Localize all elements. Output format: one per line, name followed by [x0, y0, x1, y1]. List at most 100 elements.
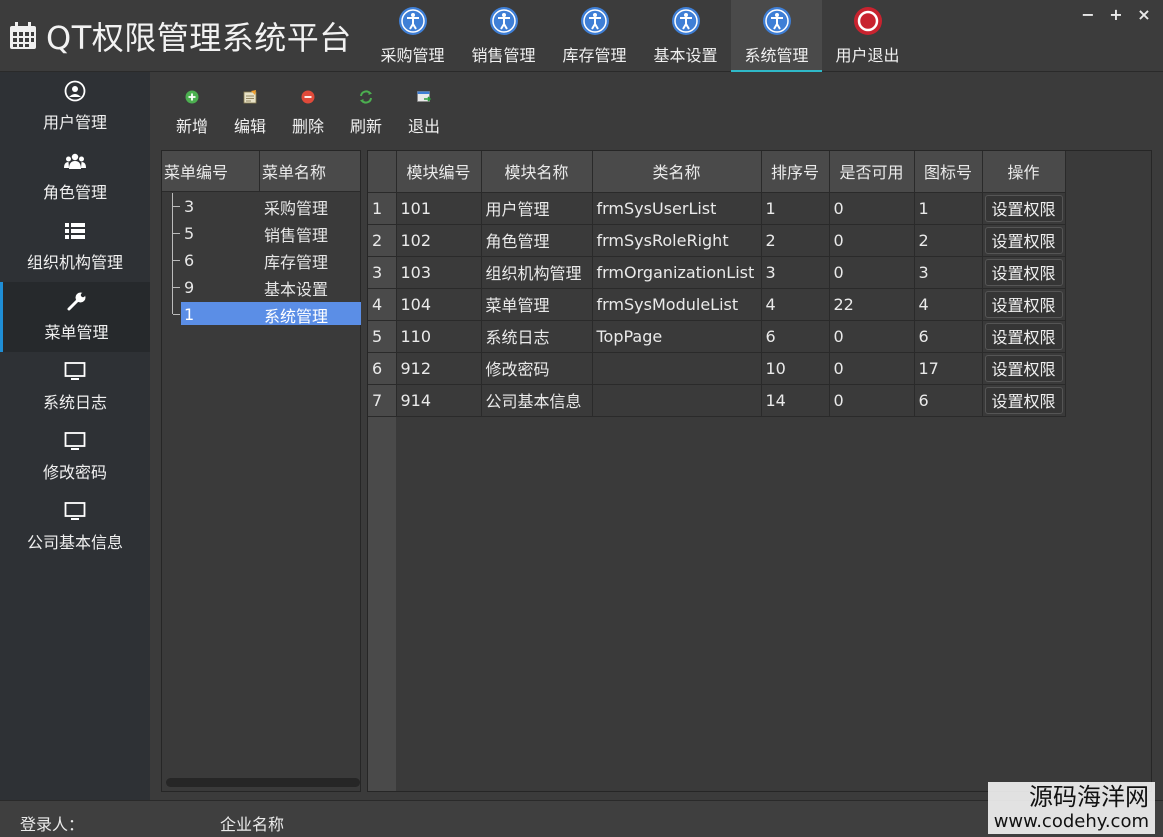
- tree-header-menu-name[interactable]: 菜单名称: [260, 151, 360, 191]
- tree-node[interactable]: 5 销售管理: [162, 220, 360, 247]
- class-name-cell[interactable]: frmSysModuleList: [592, 288, 762, 321]
- row-number[interactable]: 3: [368, 256, 397, 289]
- add-button[interactable]: 新增: [163, 82, 221, 140]
- table-row[interactable]: 5 110 系统日志 TopPage 6 0 6 设置权限: [368, 320, 1066, 353]
- row-number[interactable]: 6: [368, 352, 397, 385]
- sidebar-item-company-info[interactable]: 公司基本信息: [0, 492, 150, 562]
- sort-order-cell[interactable]: 2: [761, 224, 830, 257]
- icon-number-cell[interactable]: 3: [914, 256, 983, 289]
- topnav-basic-settings[interactable]: 基本设置: [640, 0, 731, 72]
- icon-number-cell[interactable]: 6: [914, 320, 983, 353]
- topnav-logout[interactable]: 用户退出: [822, 0, 913, 72]
- corner-cell[interactable]: [368, 151, 397, 193]
- tree-node[interactable]: 9 基本设置: [162, 274, 360, 301]
- enabled-cell[interactable]: 0: [829, 192, 915, 225]
- set-permission-button[interactable]: 设置权限: [984, 194, 1063, 222]
- module-code-cell[interactable]: 912: [396, 352, 482, 385]
- maximize-button[interactable]: +: [1107, 4, 1125, 24]
- icon-number-cell[interactable]: 17: [914, 352, 983, 385]
- set-permission-button[interactable]: 设置权限: [984, 386, 1063, 414]
- enabled-cell[interactable]: 22: [829, 288, 915, 321]
- minimize-button[interactable]: −: [1079, 4, 1097, 24]
- sort-order-cell[interactable]: 4: [761, 288, 830, 321]
- exit-button[interactable]: 退出: [395, 82, 453, 140]
- row-number[interactable]: 2: [368, 224, 397, 257]
- column-header[interactable]: 图标号: [914, 151, 983, 193]
- table-row[interactable]: 2 102 角色管理 frmSysRoleRight 2 0 2 设置权限: [368, 224, 1066, 257]
- set-permission-button[interactable]: 设置权限: [984, 290, 1063, 318]
- module-name-cell[interactable]: 角色管理: [481, 224, 593, 257]
- enabled-cell[interactable]: 0: [829, 384, 915, 417]
- horizontal-scrollbar[interactable]: [166, 778, 360, 787]
- module-name-cell[interactable]: 公司基本信息: [481, 384, 593, 417]
- module-code-cell[interactable]: 914: [396, 384, 482, 417]
- set-permission-button[interactable]: 设置权限: [984, 322, 1063, 350]
- tree-header-menu-id[interactable]: 菜单编号: [162, 151, 260, 191]
- sidebar-item-organization-management[interactable]: 组织机构管理: [0, 212, 150, 282]
- enabled-cell[interactable]: 0: [829, 256, 915, 289]
- tree-node-selected[interactable]: 1 系统管理: [162, 301, 361, 328]
- topnav-purchase[interactable]: 采购管理: [367, 0, 458, 72]
- sidebar-item-change-password[interactable]: 修改密码: [0, 422, 150, 492]
- column-header[interactable]: 类名称: [592, 151, 762, 193]
- table-row[interactable]: 3 103 组织机构管理 frmOrganizationList 3 0 3 设…: [368, 256, 1066, 289]
- class-name-cell[interactable]: frmSysUserList: [592, 192, 762, 225]
- row-number[interactable]: 5: [368, 320, 397, 353]
- class-name-cell[interactable]: [592, 352, 762, 385]
- refresh-button[interactable]: 刷新: [337, 82, 395, 140]
- column-header[interactable]: 模块编号: [396, 151, 482, 193]
- column-header[interactable]: 排序号: [761, 151, 830, 193]
- tree-node[interactable]: 6 库存管理: [162, 247, 360, 274]
- column-header[interactable]: 操作: [982, 151, 1066, 193]
- class-name-cell[interactable]: frmSysRoleRight: [592, 224, 762, 257]
- set-permission-button[interactable]: 设置权限: [984, 226, 1063, 254]
- close-button[interactable]: ×: [1135, 4, 1153, 24]
- sidebar-item-role-management[interactable]: 角色管理: [0, 142, 150, 212]
- table-row[interactable]: 4 104 菜单管理 frmSysModuleList 4 22 4 设置权限: [368, 288, 1066, 321]
- sort-order-cell[interactable]: 14: [761, 384, 830, 417]
- table-row[interactable]: 7 914 公司基本信息 14 0 6 设置权限: [368, 384, 1066, 417]
- column-header[interactable]: 是否可用: [829, 151, 915, 193]
- module-code-cell[interactable]: 104: [396, 288, 482, 321]
- topnav-system-management[interactable]: 系统管理: [731, 0, 822, 72]
- sort-order-cell[interactable]: 6: [761, 320, 830, 353]
- class-name-cell[interactable]: [592, 384, 762, 417]
- class-name-cell[interactable]: TopPage: [592, 320, 762, 353]
- topnav-inventory[interactable]: 库存管理: [549, 0, 640, 72]
- enabled-cell[interactable]: 0: [829, 352, 915, 385]
- sidebar-item-user-management[interactable]: 用户管理: [0, 72, 150, 142]
- enabled-cell[interactable]: 0: [829, 320, 915, 353]
- table-row[interactable]: 1 101 用户管理 frmSysUserList 1 0 1 设置权限: [368, 192, 1066, 225]
- icon-number-cell[interactable]: 1: [914, 192, 983, 225]
- module-name-cell[interactable]: 系统日志: [481, 320, 593, 353]
- enabled-cell[interactable]: 0: [829, 224, 915, 257]
- icon-number-cell[interactable]: 4: [914, 288, 983, 321]
- delete-button[interactable]: 删除: [279, 82, 337, 140]
- column-header[interactable]: 模块名称: [481, 151, 593, 193]
- sidebar-item-system-log[interactable]: 系统日志: [0, 352, 150, 422]
- module-name-cell[interactable]: 用户管理: [481, 192, 593, 225]
- row-number[interactable]: 4: [368, 288, 397, 321]
- edit-button[interactable]: 编辑: [221, 82, 279, 140]
- icon-number-cell[interactable]: 2: [914, 224, 983, 257]
- module-name-cell[interactable]: 组织机构管理: [481, 256, 593, 289]
- module-code-cell[interactable]: 103: [396, 256, 482, 289]
- tree-node[interactable]: 3 采购管理: [162, 193, 360, 220]
- row-number[interactable]: 7: [368, 384, 397, 417]
- table-row[interactable]: 6 912 修改密码 10 0 17 设置权限: [368, 352, 1066, 385]
- set-permission-button[interactable]: 设置权限: [984, 354, 1063, 382]
- sort-order-cell[interactable]: 10: [761, 352, 830, 385]
- module-code-cell[interactable]: 102: [396, 224, 482, 257]
- sort-order-cell[interactable]: 3: [761, 256, 830, 289]
- icon-number-cell[interactable]: 6: [914, 384, 983, 417]
- topnav-sales[interactable]: 销售管理: [458, 0, 549, 72]
- module-name-cell[interactable]: 修改密码: [481, 352, 593, 385]
- set-permission-button[interactable]: 设置权限: [984, 258, 1063, 286]
- row-number[interactable]: 1: [368, 192, 397, 225]
- class-name-cell[interactable]: frmOrganizationList: [592, 256, 762, 289]
- sidebar-item-menu-management[interactable]: 菜单管理: [0, 282, 150, 352]
- module-code-cell[interactable]: 110: [396, 320, 482, 353]
- module-name-cell[interactable]: 菜单管理: [481, 288, 593, 321]
- module-code-cell[interactable]: 101: [396, 192, 482, 225]
- sort-order-cell[interactable]: 1: [761, 192, 830, 225]
